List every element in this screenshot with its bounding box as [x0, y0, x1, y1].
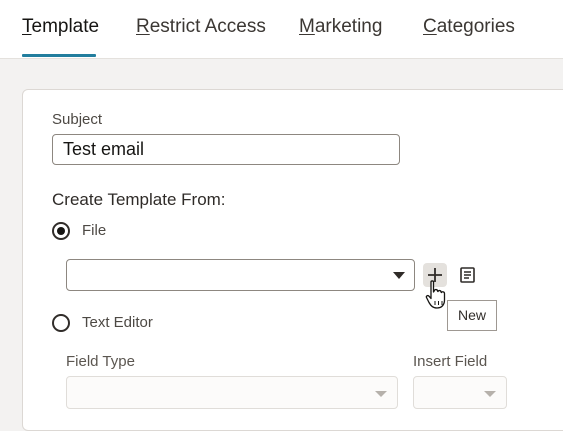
insert-field-label: Insert Field: [413, 353, 488, 370]
details-button[interactable]: [456, 263, 480, 287]
tab-mnemonic: R: [136, 16, 150, 37]
subject-input[interactable]: Test email: [52, 134, 400, 165]
file-select[interactable]: [66, 259, 415, 291]
tab-mnemonic: T: [22, 16, 32, 37]
text-editor-radio[interactable]: [52, 314, 70, 332]
chevron-down-icon: [484, 390, 496, 397]
tab-mnemonic: C: [423, 16, 437, 37]
create-template-from-label: Create Template From:: [52, 190, 226, 209]
text-editor-radio-label[interactable]: Text Editor: [82, 314, 153, 331]
tab-label: estrict Access: [149, 16, 266, 37]
new-tooltip: New: [447, 300, 497, 331]
insert-field-select[interactable]: [413, 376, 507, 409]
document-icon: [460, 267, 475, 283]
radio-selected-dot: [57, 227, 65, 235]
chevron-down-icon: [393, 272, 405, 279]
tab-label: ategories: [436, 16, 515, 37]
tab-restrict-access[interactable]: Restrict Access: [136, 16, 266, 38]
tab-marketing[interactable]: Marketing: [299, 16, 382, 38]
tab-label: arketing: [314, 16, 383, 37]
plus-icon: [428, 268, 442, 282]
file-radio[interactable]: [52, 222, 70, 240]
field-type-select[interactable]: [66, 376, 398, 409]
field-type-label: Field Type: [66, 353, 135, 370]
chevron-down-icon: [375, 390, 387, 397]
tab-categories[interactable]: Categories: [423, 16, 515, 38]
active-tab-indicator: [22, 54, 96, 57]
subject-label: Subject: [52, 111, 103, 128]
tab-mnemonic: M: [299, 16, 315, 37]
tab-label: emplate: [31, 16, 100, 37]
tab-template[interactable]: Template: [22, 16, 99, 38]
new-button[interactable]: [423, 263, 447, 287]
file-radio-label[interactable]: File: [82, 222, 106, 239]
tab-bar: Template Restrict Access Marketing Categ…: [0, 0, 563, 59]
